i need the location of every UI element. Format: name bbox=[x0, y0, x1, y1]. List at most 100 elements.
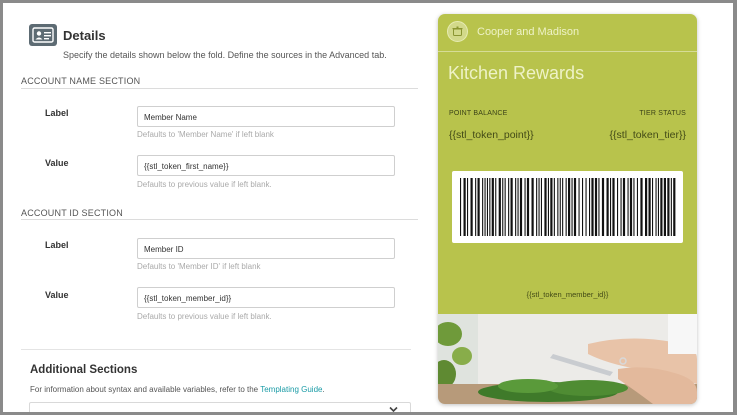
barcode-bar bbox=[515, 178, 517, 236]
barcode-bar bbox=[504, 178, 506, 236]
pass-member-id: {{stl_token_member_id}} bbox=[526, 290, 609, 299]
barcode-bar bbox=[598, 178, 600, 236]
barcode-bar bbox=[508, 178, 510, 236]
additional-sections-title: Additional Sections bbox=[30, 364, 138, 376]
account-name-label-help: Defaults to 'Member Name' if left blank bbox=[137, 130, 274, 139]
barcode-bar bbox=[652, 178, 654, 236]
additional-sections-description-text: For information about syntax and availab… bbox=[30, 385, 261, 394]
barcode-icon bbox=[460, 178, 676, 236]
barcode-bar bbox=[673, 178, 676, 236]
barcode-bar bbox=[657, 178, 659, 236]
pass-divider bbox=[438, 51, 697, 52]
pass-organization: Cooper and Madison bbox=[477, 26, 580, 38]
barcode-bar bbox=[620, 178, 622, 236]
barcode-bar bbox=[477, 178, 480, 236]
barcode-bar bbox=[495, 178, 497, 236]
barcode-bar bbox=[582, 178, 584, 236]
barcode-bar bbox=[482, 178, 484, 236]
barcode-bar bbox=[645, 178, 648, 236]
account-id-value-caption: Value bbox=[45, 290, 69, 300]
barcode-bar bbox=[660, 178, 663, 236]
account-id-section-heading: ACCOUNT ID SECTION bbox=[21, 208, 123, 218]
barcode-bar bbox=[606, 178, 609, 236]
barcode-bar bbox=[667, 178, 670, 236]
account-name-value-input[interactable]: {{stl_token_first_name}} bbox=[137, 155, 395, 176]
barcode-bar bbox=[544, 178, 547, 236]
barcode-bar bbox=[553, 178, 555, 236]
account-name-label-caption: Label bbox=[45, 108, 69, 118]
chevron-down-icon[interactable] bbox=[389, 405, 398, 412]
account-name-label-input[interactable]: Member Name bbox=[137, 106, 395, 127]
account-id-label-help: Defaults to 'Member ID' if left blank bbox=[137, 262, 261, 271]
additional-sections-select[interactable] bbox=[29, 402, 411, 412]
barcode-bar bbox=[591, 178, 594, 236]
section-divider bbox=[21, 88, 418, 89]
barcode-bar bbox=[648, 178, 651, 236]
barcode-bar bbox=[557, 178, 559, 236]
barcode-bar bbox=[486, 178, 488, 236]
pass-title: Kitchen Rewards bbox=[448, 63, 585, 83]
barcode-bar bbox=[612, 178, 615, 236]
barcode-bar bbox=[460, 178, 462, 236]
barcode-bar bbox=[547, 178, 549, 236]
barcode-bar bbox=[519, 178, 523, 236]
account-id-label-caption: Label bbox=[45, 240, 69, 250]
tier-status-label: TIER STATUS bbox=[639, 110, 686, 117]
templating-guide-link[interactable]: Templating Guide bbox=[260, 385, 322, 394]
barcode-bar bbox=[470, 178, 473, 236]
pot-icon bbox=[447, 21, 468, 42]
account-name-value-help: Defaults to previous value if left blank… bbox=[137, 180, 272, 189]
barcode-bar bbox=[629, 178, 633, 236]
barcode-bar bbox=[640, 178, 643, 236]
barcode-bar bbox=[531, 178, 534, 236]
page-title: Details bbox=[63, 28, 106, 43]
barcode-bar bbox=[594, 178, 598, 236]
barcode bbox=[452, 171, 683, 243]
barcode-bar bbox=[536, 178, 538, 236]
barcode-bar bbox=[524, 178, 526, 236]
barcode-bar bbox=[538, 178, 540, 236]
barcode-bar bbox=[610, 178, 612, 236]
barcode-bar bbox=[573, 178, 577, 236]
barcode-bar bbox=[562, 178, 564, 236]
barcode-bar bbox=[589, 178, 591, 236]
section-divider bbox=[21, 219, 418, 220]
point-balance-label: POINT BALANCE bbox=[449, 110, 508, 117]
barcode-bar bbox=[550, 178, 553, 236]
barcode-bar bbox=[585, 178, 587, 236]
barcode-bar bbox=[526, 178, 530, 236]
barcode-bar bbox=[663, 178, 666, 236]
hero-image bbox=[438, 314, 697, 404]
barcode-bar bbox=[568, 178, 571, 236]
tier-status-value: {{stl_token_tier}} bbox=[609, 129, 686, 141]
barcode-bar bbox=[601, 178, 605, 236]
barcode-bar bbox=[510, 178, 513, 236]
barcode-bar bbox=[502, 178, 504, 236]
details-description: Specify the details shown below the fold… bbox=[63, 50, 387, 60]
details-panel: Details Specify the details shown below … bbox=[3, 3, 428, 412]
barcode-bar bbox=[622, 178, 626, 236]
kitchen-photo bbox=[438, 314, 697, 404]
barcode-bar bbox=[571, 178, 573, 236]
barcode-bar bbox=[617, 178, 619, 236]
barcode-bar bbox=[489, 178, 491, 236]
app-frame: Details Specify the details shown below … bbox=[0, 0, 737, 415]
barcode-bar bbox=[565, 178, 567, 236]
barcode-bar bbox=[540, 178, 542, 236]
account-id-value-help: Defaults to previous value if left blank… bbox=[137, 312, 272, 321]
additional-sections: Additional Sections For information abou… bbox=[21, 349, 411, 412]
account-name-section-heading: ACCOUNT NAME SECTION bbox=[21, 76, 141, 86]
additional-sections-description: For information about syntax and availab… bbox=[30, 385, 325, 394]
barcode-bar bbox=[484, 178, 486, 236]
account-id-label-input[interactable]: Member ID bbox=[137, 238, 395, 259]
barcode-bar bbox=[498, 178, 501, 236]
barcode-bar bbox=[670, 178, 672, 236]
barcode-bar bbox=[463, 178, 466, 236]
barcode-bar bbox=[491, 178, 494, 236]
account-id-value-input[interactable]: {{stl_token_member_id}} bbox=[137, 287, 395, 308]
account-name-value-caption: Value bbox=[45, 158, 69, 168]
barcode-bar bbox=[517, 178, 519, 236]
barcode-bar bbox=[655, 178, 657, 236]
barcode-bar bbox=[559, 178, 561, 236]
barcode-bar bbox=[627, 178, 629, 236]
